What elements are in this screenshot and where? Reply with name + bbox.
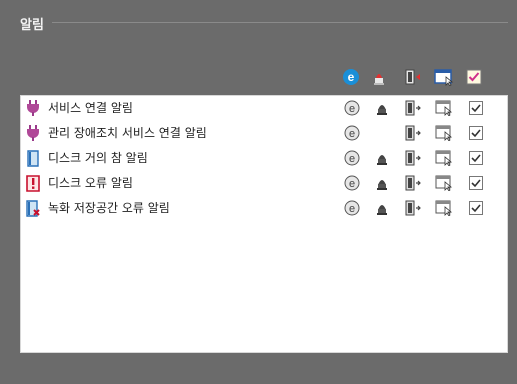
header-siren-icon[interactable] <box>372 66 386 88</box>
svg-text:e: e <box>348 70 355 84</box>
list-item[interactable]: 서비스 연결 알림 e <box>21 96 507 121</box>
siren-icon[interactable] <box>373 149 391 167</box>
notification-panel: 알림 e 서비스 연결 알림 e 관리 장애조치 서비스 연결 알림 e 디스크… <box>0 0 517 384</box>
checkbox-icon[interactable] <box>467 149 485 167</box>
record-storage-error-icon <box>25 199 41 217</box>
header-ie-icon[interactable]: e <box>342 66 360 88</box>
row-label: 디스크 거의 참 알림 <box>48 151 148 165</box>
header-door-icon[interactable] <box>404 66 422 88</box>
ie-icon[interactable]: e <box>343 149 361 167</box>
ie-icon[interactable]: e <box>343 199 361 217</box>
list-item[interactable]: 관리 장애조치 서비스 연결 알림 e <box>21 121 507 146</box>
checkbox-icon[interactable] <box>467 99 485 117</box>
door-icon[interactable] <box>405 199 423 217</box>
svg-text:e: e <box>349 203 355 215</box>
plug-icon <box>25 124 41 142</box>
list-item[interactable]: 녹화 저장공간 오류 알림 e <box>21 196 507 221</box>
disk-error-icon <box>25 174 41 192</box>
plug-icon <box>25 99 41 117</box>
svg-text:e: e <box>349 128 355 140</box>
door-icon[interactable] <box>405 174 423 192</box>
group-title: 알림 <box>20 18 44 33</box>
notification-list[interactable]: 서비스 연결 알림 e 관리 장애조치 서비스 연결 알림 e 디스크 거의 참… <box>20 95 508 353</box>
siren-icon[interactable] <box>373 99 391 117</box>
siren-icon[interactable] <box>373 174 391 192</box>
header-checkbox-icon[interactable] <box>466 66 482 88</box>
header-window-icon[interactable] <box>434 66 454 88</box>
door-icon[interactable] <box>405 99 423 117</box>
row-label: 디스크 오류 알림 <box>48 176 133 190</box>
row-label: 서비스 연결 알림 <box>48 101 133 115</box>
window-icon[interactable] <box>435 149 453 167</box>
window-icon[interactable] <box>435 99 453 117</box>
checkbox-icon[interactable] <box>467 124 485 142</box>
ie-icon[interactable]: e <box>343 174 361 192</box>
window-icon[interactable] <box>435 174 453 192</box>
list-item[interactable]: 디스크 오류 알림 e <box>21 171 507 196</box>
svg-text:e: e <box>349 178 355 190</box>
ie-icon[interactable]: e <box>343 99 361 117</box>
svg-text:e: e <box>349 103 355 115</box>
svg-text:e: e <box>349 153 355 165</box>
window-icon[interactable] <box>435 199 453 217</box>
checkbox-icon[interactable] <box>467 199 485 217</box>
row-label: 녹화 저장공간 오류 알림 <box>48 201 170 215</box>
row-label: 관리 장애조치 서비스 연결 알림 <box>48 126 207 140</box>
window-icon[interactable] <box>435 124 453 142</box>
checkbox-icon[interactable] <box>467 174 485 192</box>
list-item[interactable]: 디스크 거의 참 알림 e <box>21 146 507 171</box>
siren-icon[interactable] <box>373 199 391 217</box>
ie-icon[interactable]: e <box>343 124 361 142</box>
group-divider <box>52 22 508 23</box>
disk-icon <box>25 149 41 167</box>
door-icon[interactable] <box>405 149 423 167</box>
door-icon[interactable] <box>405 124 423 142</box>
